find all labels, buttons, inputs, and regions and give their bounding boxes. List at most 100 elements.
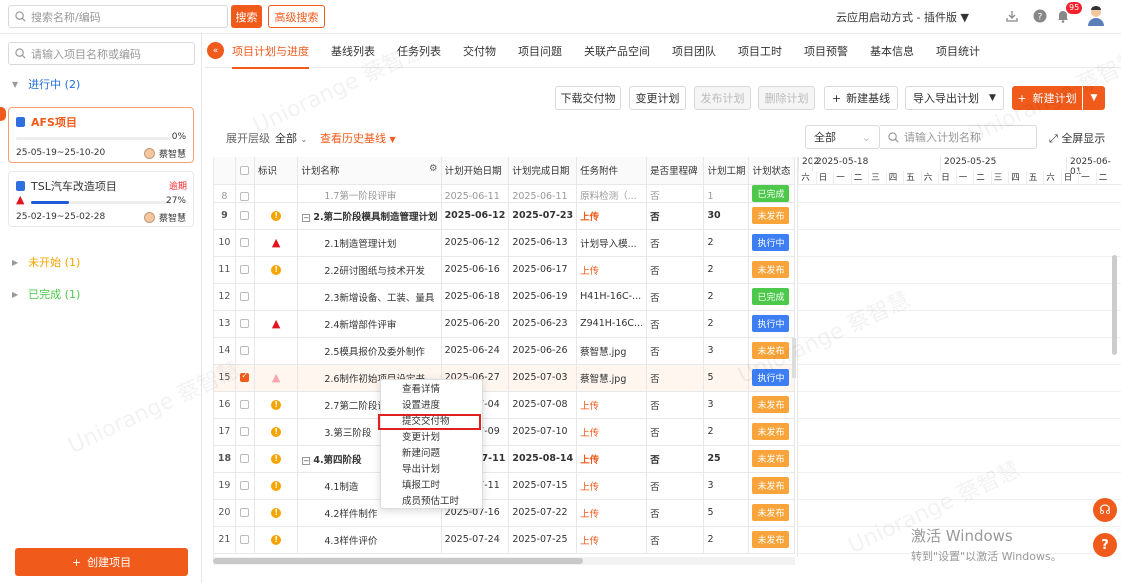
- menu-member-estimate-hours[interactable]: 成员预估工时: [381, 494, 482, 510]
- attachment[interactable]: 上传: [576, 202, 648, 230]
- upload-link[interactable]: 上传: [580, 266, 599, 277]
- plan-name-cell[interactable]: 2.5模具报价及委外制作: [297, 337, 442, 365]
- table-row[interactable]: 20! 4.2样件制作 2025-07-16 2025-07-22 上传否 5 未发布: [214, 499, 795, 527]
- search-button[interactable]: 搜索: [231, 5, 262, 28]
- row-checkbox[interactable]: [240, 400, 250, 409]
- plan-name-cell[interactable]: 1.7第一阶段评审: [297, 184, 442, 203]
- menu-new-issue[interactable]: 新建问题: [381, 446, 482, 462]
- row-select[interactable]: [235, 184, 255, 203]
- project-card-tsl[interactable]: TSL汽车改造项目 逾期 ▲ 27% 25-02-19~25-02-28 蔡智慧: [8, 171, 194, 227]
- collapse-node-icon[interactable]: −: [302, 456, 311, 465]
- row-checkbox[interactable]: [240, 535, 250, 544]
- table-row[interactable]: 15▲2.6制作初始项目设定书2025-06-272025-07-03蔡智慧.j…: [214, 364, 795, 392]
- table-row[interactable]: 21! 4.3样件评价 2025-07-24 2025-07-25 上传 否 2 未发布: [214, 526, 795, 554]
- plan-name-cell[interactable]: 4.3样件评价: [297, 526, 442, 554]
- global-search-input[interactable]: 搜索名称/编码: [8, 5, 228, 28]
- table-row[interactable]: 10 ▲ 2.1制造管理计划 2025-06-12 2025-06-13 计划导入模...…: [214, 229, 795, 257]
- gear-icon[interactable]: ⚙: [429, 163, 438, 174]
- plan-name-cell[interactable]: 2.4新增部件评审: [297, 310, 442, 338]
- tab-issues[interactable]: 项目问题: [507, 34, 573, 68]
- new-plan-dropdown-icon[interactable]: ▼: [1083, 86, 1105, 110]
- project-search-input[interactable]: 请输入项目名称或编码: [8, 42, 195, 65]
- menu-view-details[interactable]: 查看详情: [381, 382, 482, 398]
- row-checkbox[interactable]: [240, 346, 250, 355]
- splitter-handle[interactable]: [792, 338, 796, 378]
- create-project-button[interactable]: + 创建项目: [15, 548, 188, 576]
- help-icon[interactable]: ?: [1032, 8, 1048, 24]
- collapse-sidebar-icon[interactable]: «: [207, 42, 224, 59]
- delete-plan-button[interactable]: 删除计划: [758, 86, 815, 110]
- expand-level-select[interactable]: 全部 ⌄: [275, 130, 307, 146]
- table-row[interactable]: 8 1.7第一阶段评审 2025-06-11 2025-06-11 原料检测（... 否 1…: [214, 184, 795, 203]
- menu-export-plan[interactable]: 导出计划: [381, 462, 482, 478]
- upload-link[interactable]: 上传: [580, 401, 599, 412]
- plan-name-cell[interactable]: 2.2研讨图纸与技术开发: [297, 256, 442, 284]
- row-select[interactable]: [235, 310, 255, 338]
- project-card-afs[interactable]: AFS项目 0% 25-05-19~25-10-20 蔡智慧: [8, 107, 194, 163]
- row-select[interactable]: [235, 445, 255, 473]
- tab-product-space[interactable]: 关联产品空间: [573, 34, 661, 68]
- menu-report-hours[interactable]: 填报工时: [381, 478, 482, 494]
- table-row[interactable]: 14 2.5模具报价及委外制作 2025-06-24 2025-06-26 蔡智慧.jp…: [214, 337, 795, 365]
- upload-link[interactable]: 上传: [580, 212, 599, 223]
- attachment[interactable]: 上传: [576, 526, 648, 554]
- row-checkbox[interactable]: [240, 508, 250, 517]
- tab-task-list[interactable]: 任务列表: [386, 34, 452, 68]
- row-checkbox[interactable]: [240, 292, 250, 301]
- group-done[interactable]: ▶ 已完成 (1): [12, 286, 80, 302]
- attachment[interactable]: 上传: [576, 256, 648, 284]
- tab-alerts[interactable]: 项目预警: [793, 34, 859, 68]
- vertical-scrollbar[interactable]: [1112, 255, 1117, 355]
- upload-link[interactable]: 上传: [580, 455, 599, 466]
- attachment[interactable]: 上传: [576, 472, 648, 500]
- help-float-icon[interactable]: ?: [1093, 533, 1117, 557]
- row-select[interactable]: [235, 526, 255, 554]
- menu-set-progress[interactable]: 设置进度: [381, 398, 482, 414]
- group-not-started[interactable]: ▶ 未开始 (1): [12, 254, 80, 270]
- table-row[interactable]: 12 2.3新增设备、工装、量具 2025-06-18 2025-06-19 H41H-…: [214, 283, 795, 311]
- row-select[interactable]: [235, 418, 255, 446]
- horizontal-scrollbar[interactable]: [213, 557, 795, 565]
- status-filter-select[interactable]: 全部 ⌄: [805, 125, 880, 149]
- row-select[interactable]: [235, 364, 255, 392]
- row-checkbox[interactable]: [240, 238, 250, 247]
- tab-baseline-list[interactable]: 基线列表: [320, 34, 386, 68]
- select-all-checkbox[interactable]: [240, 165, 250, 175]
- download-deliverables-button[interactable]: 下载交付物: [555, 86, 621, 110]
- user-avatar[interactable]: [1086, 5, 1106, 27]
- tab-plan-progress[interactable]: 项目计划与进度: [229, 34, 320, 69]
- table-row[interactable]: 18!−4.第四阶段2025-07-112025-08-14上传否25未发布: [214, 445, 795, 473]
- row-select[interactable]: [235, 202, 255, 230]
- row-checkbox[interactable]: [240, 427, 250, 436]
- upload-link[interactable]: 上传: [580, 428, 599, 439]
- row-checkbox[interactable]: [240, 319, 250, 328]
- upload-link[interactable]: 上传: [580, 482, 599, 493]
- table-row[interactable]: 16!2.7第二阶段评审2025-07-042025-07-08上传否3未发布: [214, 391, 795, 419]
- row-select[interactable]: [235, 229, 255, 257]
- attachment[interactable]: 上传: [576, 418, 648, 446]
- attachment[interactable]: 上传: [576, 445, 648, 473]
- table-row[interactable]: 11! 2.2研讨图纸与技术开发 2025-06-16 2025-06-17 上传 否 2 未…: [214, 256, 795, 284]
- plan-name-cell[interactable]: 2.3新增设备、工装、量具: [297, 283, 442, 311]
- menu-change-plan[interactable]: 变更计划: [381, 430, 482, 446]
- new-plan-button[interactable]: + 新建计划: [1012, 86, 1082, 110]
- row-select[interactable]: [235, 283, 255, 311]
- attachment[interactable]: 上传: [576, 391, 648, 419]
- collapse-node-icon[interactable]: −: [302, 213, 311, 222]
- tab-deliverables[interactable]: 交付物: [452, 34, 507, 68]
- import-export-dropdown[interactable]: 导入导出计划 ▼: [905, 86, 1004, 110]
- support-headset-icon[interactable]: ☊: [1093, 498, 1117, 522]
- plan-name-cell[interactable]: −2.第二阶段模具制造管理计划: [297, 202, 442, 230]
- row-checkbox[interactable]: [240, 211, 250, 220]
- upload-link[interactable]: 上传: [580, 509, 599, 520]
- view-history-baseline-dropdown[interactable]: 查看历史基线 ▼: [320, 130, 396, 146]
- new-baseline-button[interactable]: + 新建基线: [824, 86, 898, 110]
- plan-search-input[interactable]: 请输入计划名称: [880, 125, 1037, 149]
- scrollbar-thumb[interactable]: [213, 558, 583, 564]
- tab-hours[interactable]: 项目工时: [727, 34, 793, 68]
- row-checkbox[interactable]: [240, 371, 250, 382]
- row-checkbox[interactable]: [240, 265, 250, 274]
- row-select[interactable]: [235, 337, 255, 365]
- menu-submit-deliverable[interactable]: 提交交付物: [378, 414, 481, 430]
- attachment[interactable]: 上传: [576, 499, 648, 527]
